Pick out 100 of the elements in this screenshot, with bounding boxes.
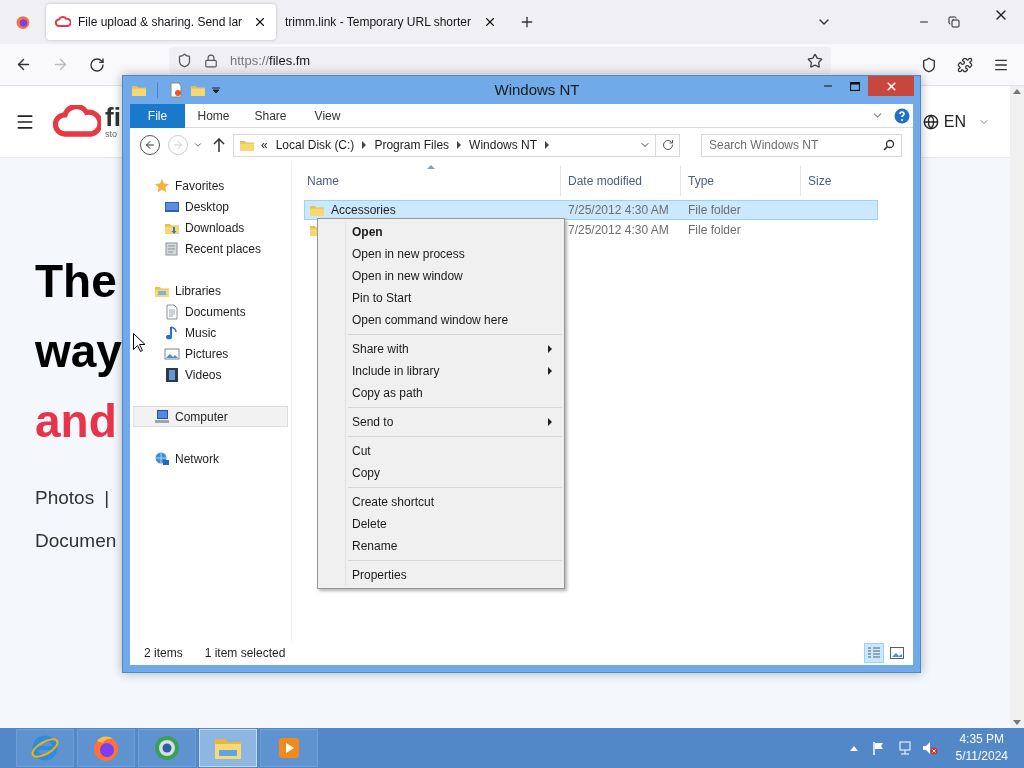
star-icon [154,177,170,194]
browser-tab[interactable]: File upload & sharing. Send lar [46,4,276,40]
flag-icon [871,741,886,755]
menu-item[interactable]: Create shortcut [318,491,564,513]
menu-item[interactable]: Rename [318,535,564,557]
film-icon [164,366,180,383]
sort-ascending-icon [427,164,435,169]
ribbon-tab[interactable]: View [299,103,356,128]
back-icon[interactable] [15,56,32,73]
menu-item[interactable]: Include in library [318,360,564,382]
navigation-item[interactable]: Computer [133,406,288,427]
close-icon[interactable] [483,15,497,29]
browser-icon [30,733,60,763]
search-field[interactable]: Search Windows NT [701,133,902,157]
navigation-item[interactable]: Downloads [133,217,288,238]
recent-locations-icon[interactable] [193,140,203,150]
ribbon-tab[interactable]: Home [185,103,242,128]
ribbon-tab[interactable]: Share [242,103,299,128]
refresh-icon [661,139,674,151]
pictures-icon [164,345,180,362]
navigation-item[interactable]: Pictures [133,343,288,364]
chevron-right-icon [456,141,463,149]
globe-icon [922,113,939,130]
network-icon [897,741,914,755]
file-name: Accessories [331,202,396,219]
selection-count: 1 item selected [204,645,286,662]
navigation-item[interactable]: Videos [133,364,288,385]
breadcrumb-item[interactable]: Local Disk (C:) [275,136,355,154]
reload-icon[interactable] [89,56,105,73]
close-icon [884,79,898,93]
document-icon [164,303,180,320]
restore-icon[interactable] [948,16,960,28]
ribbon-tab[interactable]: File [130,103,185,128]
headline-text: and [35,394,117,449]
navigation-item[interactable]: Favorites [133,175,288,196]
menu-item[interactable]: Share with [318,338,564,360]
menu-item[interactable]: Delete [318,513,564,535]
url-field[interactable]: https://files.fm [169,47,831,74]
up-arrow-icon [213,138,225,152]
muted-speaker-icon [921,741,938,755]
type-cell-text: File folder [688,202,742,219]
clock-time[interactable]: 4:35 PM [959,731,1005,748]
date-cell-text: 7/25/2012 4:30 AM [568,202,670,219]
address-bar[interactable]: « Local Disk (C:) Program Files Windows NT [233,133,680,157]
scroll-up-icon [1013,88,1021,94]
menu-item[interactable]: Open in new window [318,265,564,287]
language-selector[interactable]: EN [943,109,966,134]
browser-tab[interactable]: trimm.link - Temporary URL shorter [276,4,506,40]
menu-item[interactable]: Copy as path [318,382,564,404]
close-icon[interactable] [253,15,267,29]
window-title: Windows NT [493,79,581,100]
menu-item[interactable]: Cut [318,440,564,462]
navigation-item[interactable]: Desktop [133,196,288,217]
navigation-item[interactable]: Documents [133,301,288,322]
taskbar-button[interactable] [138,729,196,767]
navigation-item[interactable]: Libraries [133,280,288,301]
caret-up-icon [849,745,858,751]
headline-text: The [35,254,117,309]
column-header[interactable]: Size [801,166,871,196]
lock-icon[interactable] [204,53,218,68]
logo-tagline: sto [105,130,118,139]
item-count: 2 items [144,645,183,662]
shield-icon[interactable] [177,53,192,68]
menu-item[interactable]: Properties [318,564,564,586]
breadcrumb-item[interactable]: Program Files [374,136,450,154]
breadcrumb-item[interactable]: Windows NT [469,136,538,154]
cloud-logo-icon [55,15,71,29]
recent-places-icon [164,240,180,257]
column-header[interactable]: Date modified [561,166,681,196]
details-icon [867,646,881,660]
sphere-icon [152,733,182,763]
search-icon [883,138,895,151]
navigation-item[interactable]: Recent places [133,238,288,259]
category-link[interactable]: Photos [35,484,95,513]
column-header[interactable]: Type [681,166,801,196]
chevron-right-icon [544,141,551,149]
scrollbar[interactable] [1010,86,1024,728]
bookmark-star-icon[interactable] [807,52,823,69]
cursor-icon [133,333,145,352]
taskbar-button[interactable] [77,729,135,767]
menu-item[interactable]: Open in new process [318,243,564,265]
new-tab-icon[interactable] [519,14,535,30]
scroll-down-icon [1013,720,1021,726]
chevron-right-icon [361,141,368,149]
clock-date[interactable]: 5/11/2024 [955,748,1008,765]
overflow-marker[interactable]: « [261,136,268,154]
browser-logo-icon [15,14,31,30]
menu-item[interactable]: Copy [318,462,564,484]
menu-item[interactable]: Send to [318,411,564,433]
file-row[interactable]: Accessories 7/25/2012 4:30 AM File folder [304,200,878,220]
extensions-icon[interactable] [957,56,973,73]
menu-item[interactable]: Pin to Start [318,287,564,309]
navigation-item[interactable]: Network [133,448,288,469]
menu-item[interactable]: Open [318,221,564,243]
submenu-arrow-icon [548,345,552,353]
menu-item[interactable]: Open command window here [318,309,564,331]
computer-icon [154,408,170,425]
properties-icon [168,82,184,98]
cloud-logo-icon [53,104,101,139]
date-cell-text: 7/25/2012 4:30 AM [568,222,670,239]
